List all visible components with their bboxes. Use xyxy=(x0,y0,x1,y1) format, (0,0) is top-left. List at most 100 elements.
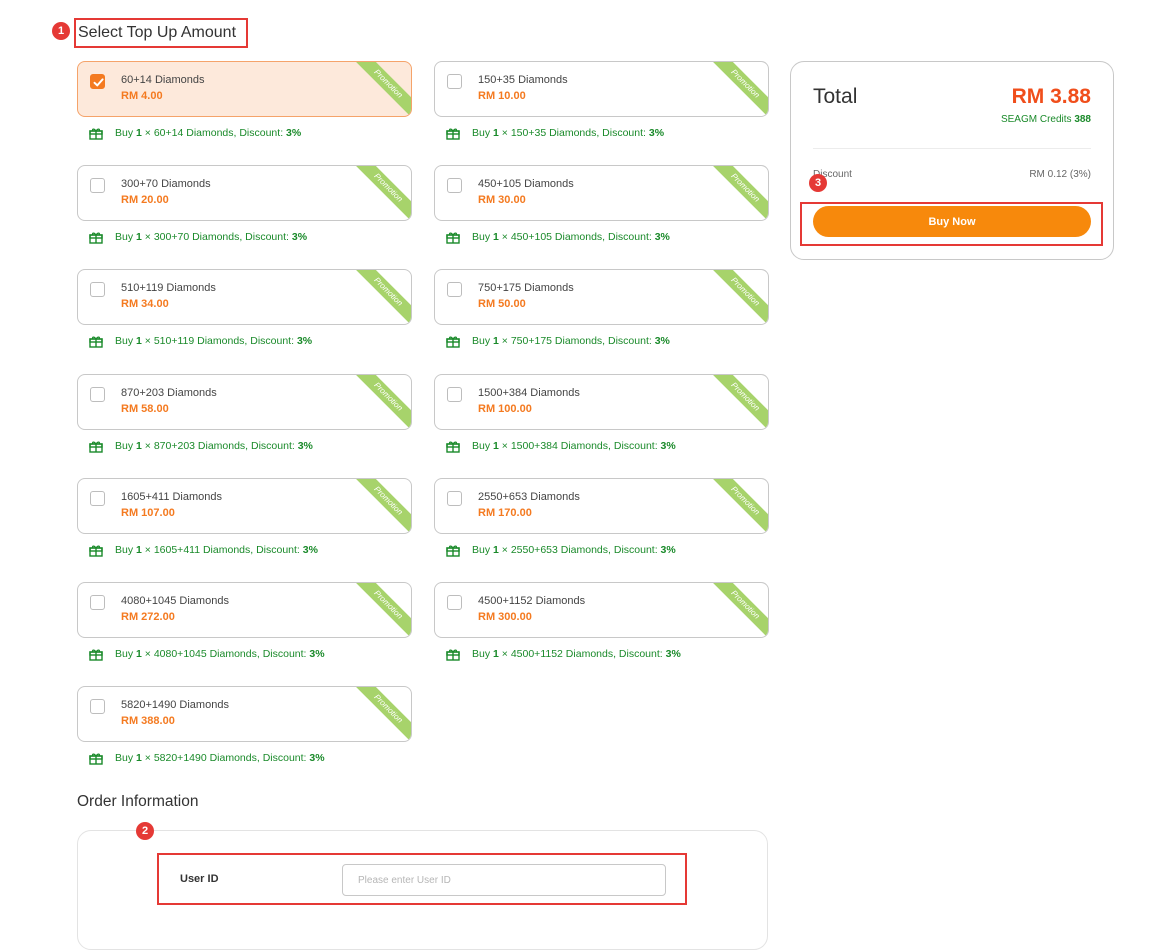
package-promo-line: Buy 1 × 4080+1045 Diamonds, Discount: 3% xyxy=(77,646,325,662)
promotion-ribbon: Promotion xyxy=(355,375,411,429)
highlight-box-buy xyxy=(800,202,1103,246)
promo-description: × 60+14 Diamonds, Discount: xyxy=(141,127,287,139)
package-checkbox[interactable] xyxy=(90,595,105,610)
total-price: RM 3.88 xyxy=(1011,85,1091,108)
summary-divider xyxy=(813,148,1091,149)
promo-discount: 3% xyxy=(654,335,670,347)
promo-discount: 3% xyxy=(291,231,308,243)
user-id-label: User ID xyxy=(180,873,219,885)
package-option[interactable]: 2550+653 Diamonds RM 170.00 Promotion xyxy=(434,478,769,534)
promotion-ribbon: Promotion xyxy=(355,687,411,741)
promotion-ribbon: Promotion xyxy=(712,479,768,533)
promotion-ribbon: Promotion xyxy=(712,166,768,220)
promo-discount: 3% xyxy=(286,127,302,139)
package-name: 1605+411 Diamonds xyxy=(121,491,223,503)
promotion-ribbon: Promotion xyxy=(355,62,411,116)
package-promo-line: Buy 1 × 510+119 Diamonds, Discount: 3% xyxy=(77,333,312,349)
promo-discount: 3% xyxy=(648,127,665,139)
package-checkbox[interactable] xyxy=(447,491,462,506)
gift-icon xyxy=(434,231,472,244)
promotion-ribbon: Promotion xyxy=(355,270,411,324)
package-checkbox[interactable] xyxy=(447,595,462,610)
gift-icon xyxy=(434,440,472,453)
gift-icon xyxy=(434,335,472,348)
package-price: RM 50.00 xyxy=(478,298,526,310)
promotion-ribbon-label: Promotion xyxy=(712,375,768,429)
promotion-ribbon: Promotion xyxy=(712,375,768,429)
package-name: 4080+1045 Diamonds xyxy=(121,595,229,607)
promo-discount: 3% xyxy=(296,335,313,347)
package-checkbox[interactable] xyxy=(447,387,462,402)
package-option[interactable]: 750+175 Diamonds RM 50.00 Promotion xyxy=(434,269,769,325)
package-option[interactable]: 60+14 Diamonds RM 4.00 Promotion xyxy=(77,61,412,117)
package-option[interactable]: 4080+1045 Diamonds RM 272.00 Promotion xyxy=(77,582,412,638)
promo-discount: 3% xyxy=(660,440,676,452)
promotion-ribbon-label: Promotion xyxy=(355,479,411,533)
package-price: RM 272.00 xyxy=(121,611,175,623)
promo-description: × 510+119 Diamonds, Discount: xyxy=(141,335,297,347)
package-grid: 60+14 Diamonds RM 4.00 Promotion Buy 1 × 60… xyxy=(77,61,769,781)
package-price: RM 170.00 xyxy=(478,507,532,519)
package-checkbox[interactable] xyxy=(90,282,105,297)
package-checkbox[interactable] xyxy=(447,282,462,297)
package-promo-line: Buy 1 × 150+35 Diamonds, Discount: 3% xyxy=(434,125,664,141)
gift-icon xyxy=(77,231,115,244)
package-price: RM 30.00 xyxy=(478,194,526,206)
package-option[interactable]: 300+70 Diamonds RM 20.00 Promotion xyxy=(77,165,412,221)
package-price: RM 34.00 xyxy=(121,298,169,310)
package-checkbox[interactable] xyxy=(90,74,105,89)
package-option[interactable]: 1605+411 Diamonds RM 107.00 Promotion xyxy=(77,478,412,534)
package-option[interactable]: 870+203 Diamonds RM 58.00 Promotion xyxy=(77,374,412,430)
user-id-input[interactable] xyxy=(342,864,666,896)
promo-discount: 3% xyxy=(297,440,313,452)
package-checkbox[interactable] xyxy=(90,178,105,193)
promo-prefix: Buy xyxy=(472,648,494,660)
package-promo-line: Buy 1 × 2550+653 Diamonds, Discount: 3% xyxy=(434,542,676,558)
promotion-ribbon-label: Promotion xyxy=(712,479,768,533)
package-name: 450+105 Diamonds xyxy=(478,178,574,190)
promotion-ribbon: Promotion xyxy=(712,62,768,116)
package-option[interactable]: 510+119 Diamonds RM 34.00 Promotion xyxy=(77,269,412,325)
gift-icon xyxy=(434,544,472,557)
promo-description: × 870+203 Diamonds, Discount: xyxy=(141,440,298,452)
promo-prefix: Buy xyxy=(472,440,494,452)
package-checkbox[interactable] xyxy=(90,699,105,714)
credits-value: 388 xyxy=(1074,114,1091,125)
promotion-ribbon: Promotion xyxy=(712,583,768,637)
discount-value: RM 0.12 (3%) xyxy=(1029,169,1091,180)
promo-description: × 4500+1152 Diamonds, Discount: xyxy=(498,648,666,660)
promo-discount: 3% xyxy=(309,752,325,764)
credits-label: SEAGM Credits xyxy=(1000,114,1075,125)
promo-description: × 5820+1490 Diamonds, Discount: xyxy=(141,752,310,764)
package-name: 300+70 Diamonds xyxy=(121,178,211,190)
package-name: 5820+1490 Diamonds xyxy=(121,699,229,711)
package-checkbox[interactable] xyxy=(90,387,105,402)
promotion-ribbon: Promotion xyxy=(712,270,768,324)
gift-icon xyxy=(77,127,115,140)
gift-icon xyxy=(77,440,115,453)
package-option[interactable]: 1500+384 Diamonds RM 100.00 Promotion xyxy=(434,374,769,430)
promotion-ribbon-label: Promotion xyxy=(712,270,768,324)
package-option[interactable]: 4500+1152 Diamonds RM 300.00 Promotion xyxy=(434,582,769,638)
promo-description: × 150+35 Diamonds, Discount: xyxy=(498,127,649,139)
package-price: RM 107.00 xyxy=(121,507,175,519)
promo-description: × 2550+653 Diamonds, Discount: xyxy=(498,544,661,556)
package-checkbox[interactable] xyxy=(447,178,462,193)
package-option[interactable]: 450+105 Diamonds RM 30.00 Promotion xyxy=(434,165,769,221)
package-name: 4500+1152 Diamonds xyxy=(478,595,586,607)
gift-icon xyxy=(434,127,472,140)
promotion-ribbon-label: Promotion xyxy=(355,687,411,741)
promo-discount: 3% xyxy=(654,231,670,243)
gift-icon xyxy=(77,544,115,557)
package-checkbox[interactable] xyxy=(447,74,462,89)
package-name: 2550+653 Diamonds xyxy=(478,491,580,503)
package-checkbox[interactable] xyxy=(90,491,105,506)
gift-icon xyxy=(434,648,472,661)
package-option[interactable]: 150+35 Diamonds RM 10.00 Promotion xyxy=(434,61,769,117)
promo-prefix: Buy xyxy=(115,440,137,452)
promo-prefix: Buy xyxy=(115,752,137,764)
promo-description: × 300+70 Diamonds, Discount: xyxy=(141,231,292,243)
package-option[interactable]: 5820+1490 Diamonds RM 388.00 Promotion xyxy=(77,686,412,742)
promo-prefix: Buy xyxy=(115,544,137,556)
promo-prefix: Buy xyxy=(472,127,494,139)
